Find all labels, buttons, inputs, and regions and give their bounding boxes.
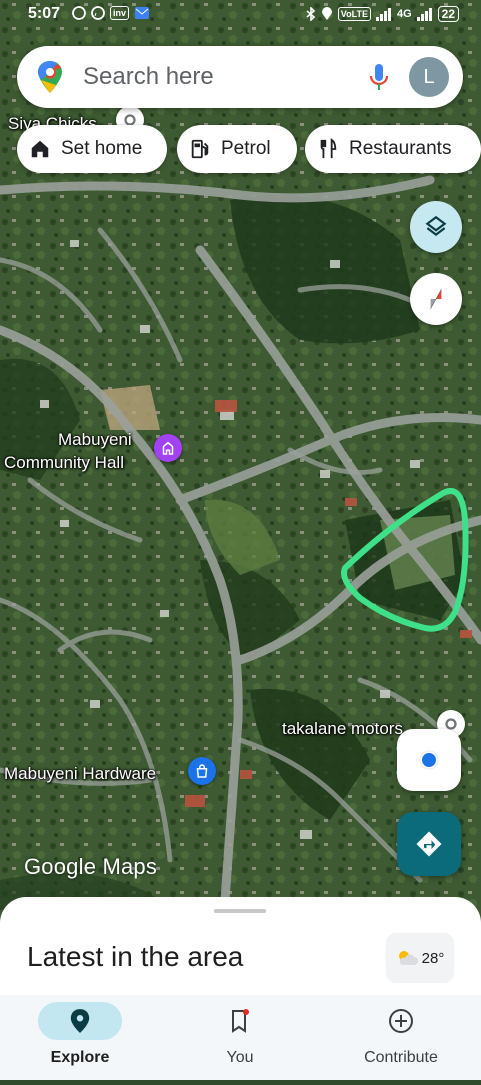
place-label-community-hall-line1[interactable]: Mabuyeni [58, 430, 132, 449]
nav-explore-label: Explore [50, 1049, 110, 1066]
inv-app-icon: inv [110, 6, 130, 20]
chip-restaurants[interactable]: Restaurants [305, 125, 481, 173]
compass-icon [430, 289, 442, 309]
home-icon [31, 140, 49, 158]
nav-explore[interactable]: Explore [0, 995, 160, 1080]
place-pin-community-hall[interactable] [154, 434, 182, 462]
search-placeholder[interactable]: Search here [83, 63, 214, 91]
notification-icons: inv [72, 6, 150, 20]
weather-chip[interactable]: 28° [386, 933, 454, 983]
my-location-button[interactable] [397, 729, 461, 791]
nav-you[interactable]: You [160, 995, 320, 1080]
whatsapp-icon [91, 6, 105, 20]
my-location-icon [419, 750, 439, 770]
volte-badge: VoLTE [337, 7, 371, 21]
compass-button[interactable] [410, 273, 462, 325]
system-status-icons: VoLTE 4G 22 [306, 6, 459, 22]
shopping-bag-icon [196, 764, 208, 778]
location-icon [321, 7, 332, 20]
account-avatar[interactable]: L [409, 57, 449, 97]
bookmark-icon [232, 1009, 249, 1033]
sheet-drag-handle[interactable] [214, 909, 266, 913]
nav-you-pill [198, 1002, 282, 1040]
status-bar: 5:07 inv VoLTE 4G 22 [0, 0, 481, 30]
temperature-value: 28° [421, 949, 445, 967]
bottom-sheet[interactable]: Latest in the area 28° [0, 897, 481, 1007]
place-label-community-hall-line2[interactable]: Community Hall [4, 453, 124, 472]
network-type: 4G [396, 8, 412, 20]
directions-button[interactable] [397, 812, 461, 876]
layers-button[interactable] [410, 201, 462, 253]
search-bar[interactable]: Search here L [17, 46, 463, 108]
chip-label-restaurants: Restaurants [349, 138, 452, 159]
community-building-icon [162, 441, 174, 455]
explore-pin-icon [70, 1009, 90, 1033]
bottom-navigation: Explore You Contribute [0, 995, 481, 1080]
directions-icon [416, 831, 442, 857]
nav-contribute-label: Contribute [364, 1049, 438, 1066]
restaurant-icon [320, 138, 337, 159]
bluetooth-icon [306, 7, 315, 21]
place-label-motors[interactable]: takalane motors [282, 719, 403, 738]
signal-icon-2 [416, 7, 432, 21]
microphone-icon[interactable] [369, 63, 389, 93]
nav-contribute-pill [359, 1002, 443, 1040]
nav-explore-pill [38, 1002, 122, 1040]
google-maps-logo-icon [38, 61, 62, 93]
gas-station-icon [191, 139, 209, 159]
google-maps-watermark: Google Maps [24, 854, 158, 879]
nav-you-label: You [226, 1049, 254, 1066]
sheet-title: Latest in the area [27, 941, 244, 972]
chip-set-home[interactable]: Set home [17, 125, 167, 173]
signal-icon [375, 7, 391, 21]
message-icon [72, 6, 86, 20]
add-circle-icon [389, 1009, 413, 1033]
partly-cloudy-icon [398, 951, 418, 965]
chip-petrol[interactable]: Petrol [177, 125, 297, 173]
status-time: 5:07 [28, 5, 61, 22]
battery-indicator: 22 [437, 6, 459, 22]
place-pin-hardware[interactable] [188, 757, 216, 785]
place-label-hardware[interactable]: Mabuyeni Hardware [4, 764, 156, 783]
mail-icon [135, 7, 150, 19]
layers-icon [425, 215, 447, 236]
chip-label-petrol: Petrol [221, 138, 271, 159]
chip-label-set-home: Set home [61, 138, 143, 159]
nav-contribute[interactable]: Contribute [321, 995, 481, 1080]
